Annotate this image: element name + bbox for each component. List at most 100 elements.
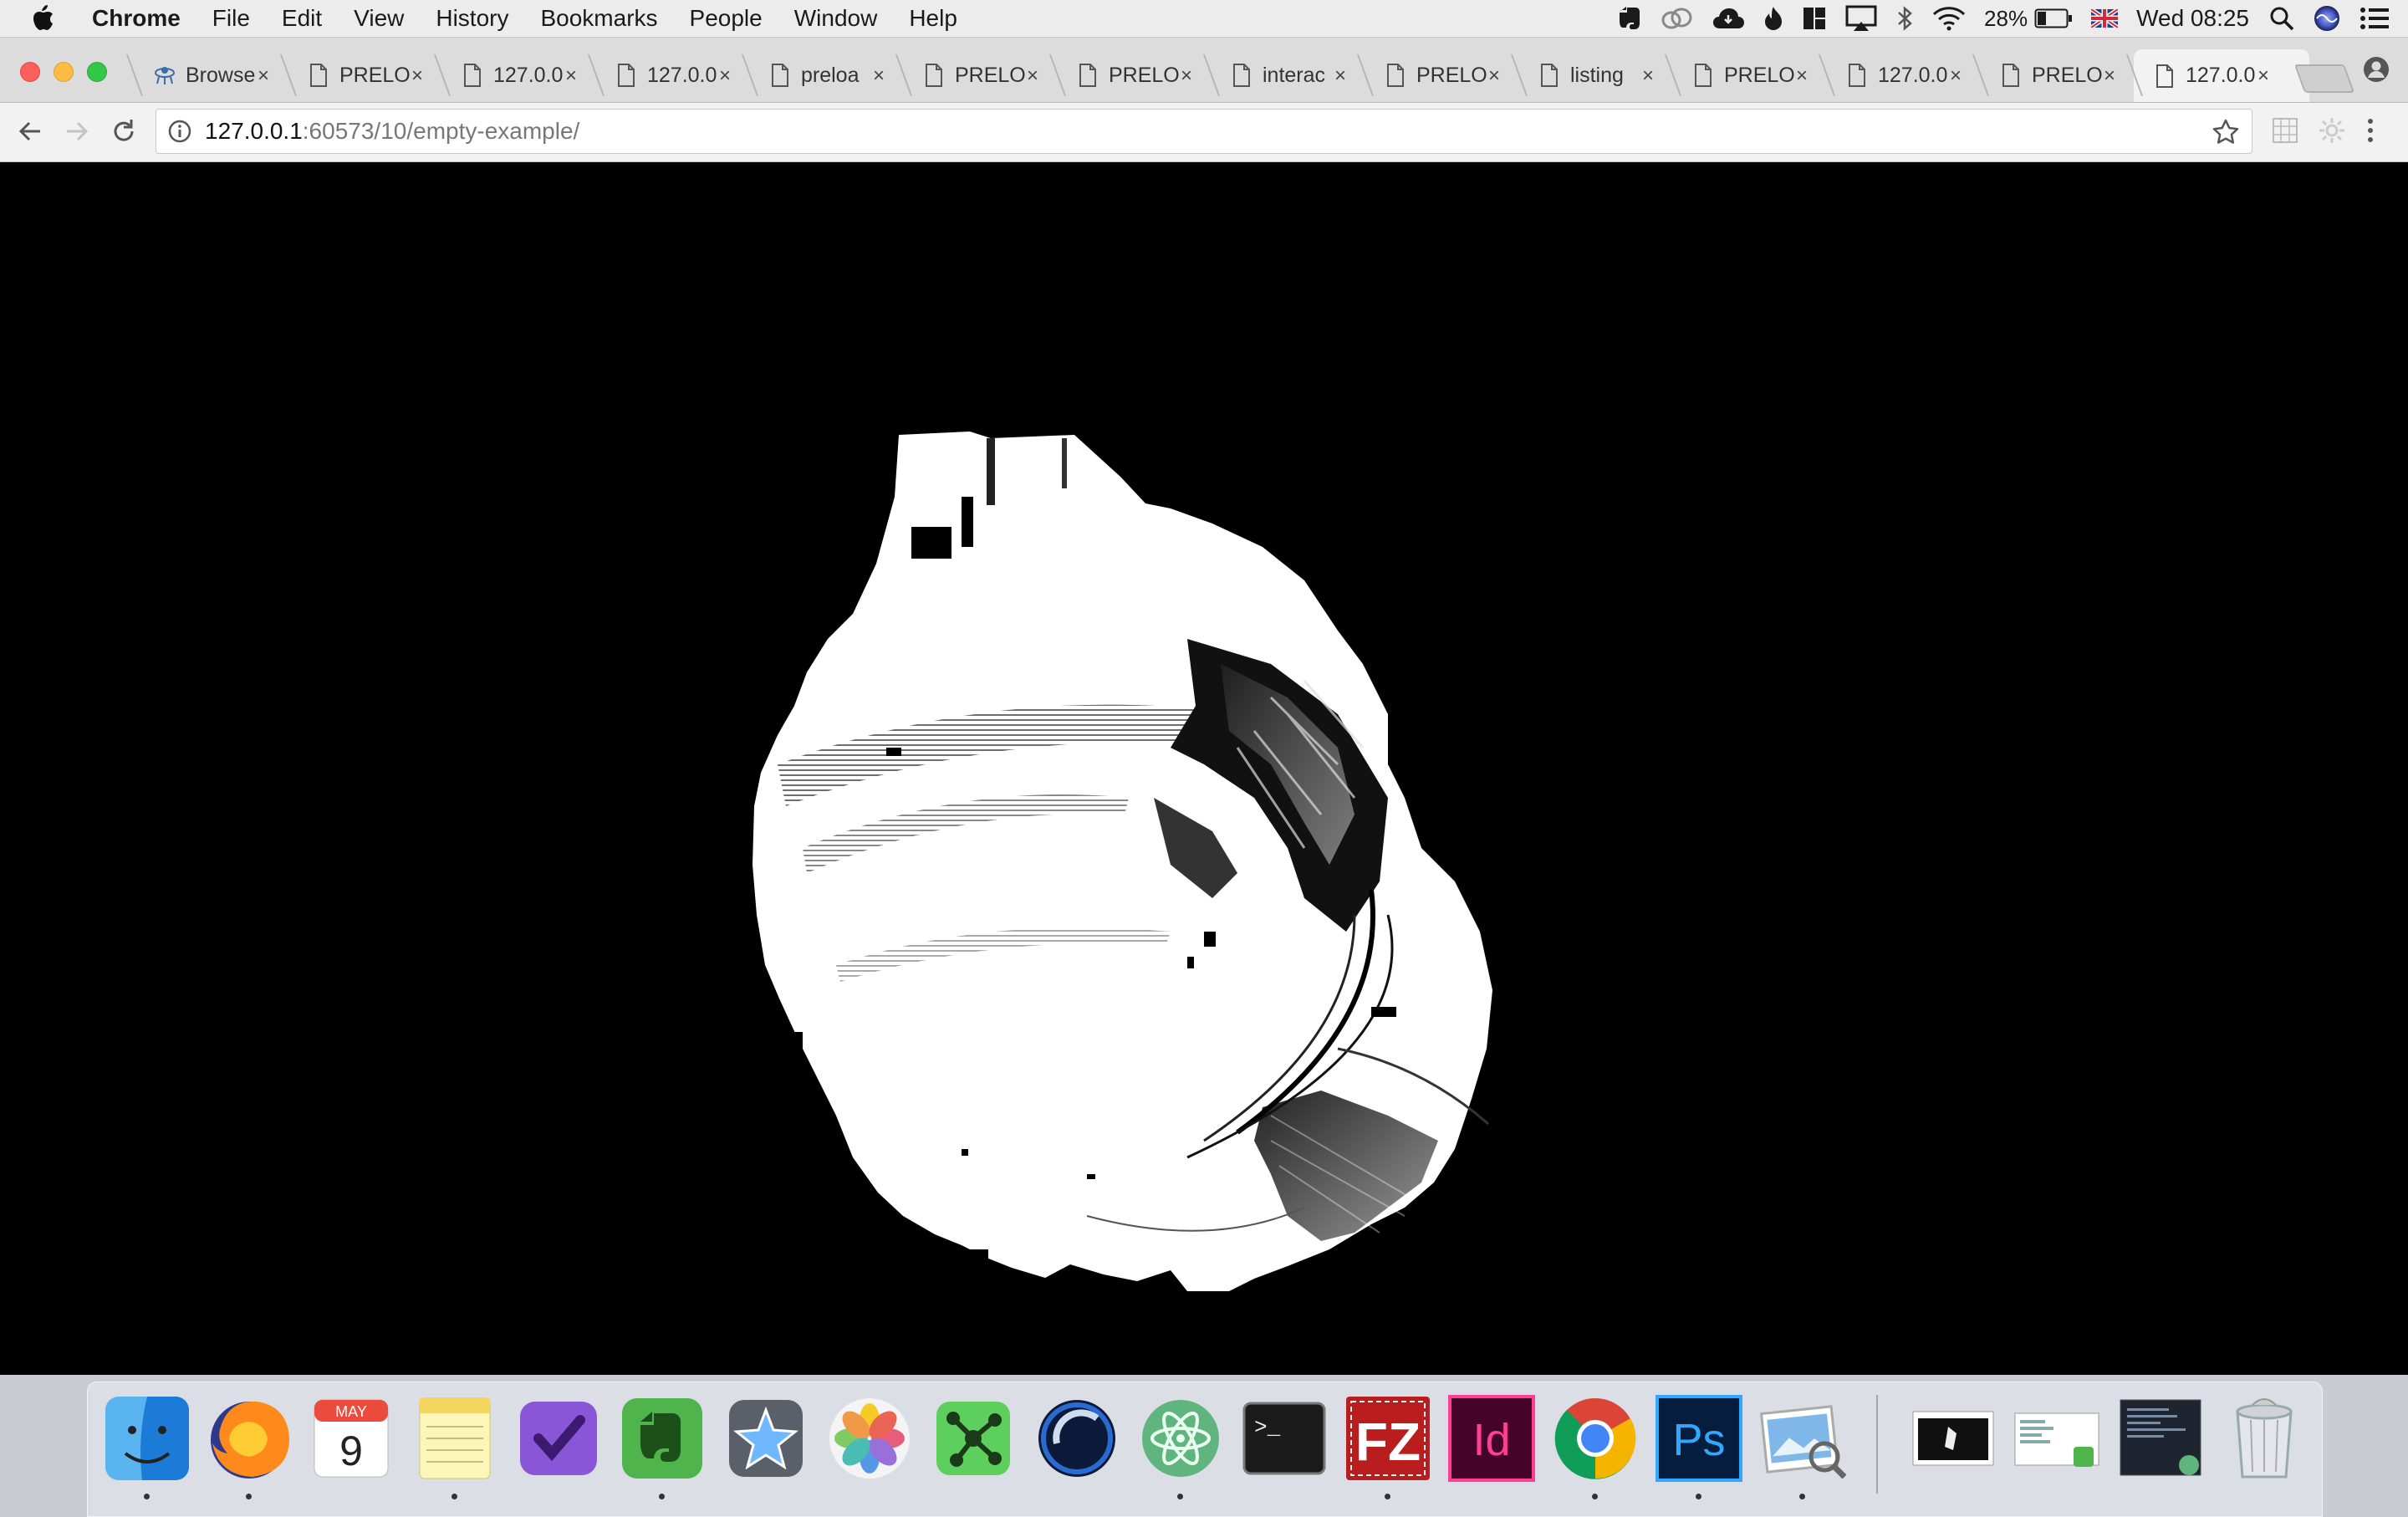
extension-gear-icon[interactable]: [2318, 116, 2346, 149]
notification-center-icon[interactable]: [2360, 7, 2390, 30]
dock-app-firefox[interactable]: [204, 1393, 294, 1499]
dock-app-calendar[interactable]: MAY 9: [306, 1393, 396, 1484]
profile-icon[interactable]: [2363, 56, 2390, 87]
cloud-icon[interactable]: [1712, 7, 1745, 30]
indesign-label: Id: [1472, 1415, 1510, 1465]
bluetooth-icon[interactable]: [1895, 5, 1914, 32]
menu-view[interactable]: View: [354, 5, 404, 32]
new-tab-button[interactable]: [2293, 64, 2355, 93]
tab-close-icon[interactable]: ×: [1181, 64, 1192, 88]
wifi-icon[interactable]: [1932, 6, 1966, 31]
bookmark-star-icon[interactable]: [2212, 118, 2240, 151]
dock-app-preview[interactable]: [1758, 1393, 1848, 1499]
menu-edit[interactable]: Edit: [282, 5, 322, 32]
menu-history[interactable]: History: [436, 5, 508, 32]
evernote-icon: [622, 1398, 702, 1479]
sketch-canvas[interactable]: [0, 162, 2408, 1375]
tab-close-icon[interactable]: ×: [2104, 64, 2115, 88]
running-indicator: [1799, 1494, 1805, 1499]
tab-close-icon[interactable]: ×: [719, 64, 731, 88]
tab-3[interactable]: 127.0.0 ×: [595, 49, 771, 101]
dock-app-sparkle[interactable]: [721, 1393, 811, 1484]
tab-4[interactable]: preloa ×: [749, 49, 925, 101]
tab-5[interactable]: PRELO ×: [903, 49, 1079, 101]
dock-app-atom[interactable]: [1135, 1393, 1226, 1499]
back-button[interactable]: [15, 116, 45, 151]
dock-app-omnifocus[interactable]: [513, 1393, 604, 1484]
evernote-icon[interactable]: [1616, 5, 1641, 32]
menu-window[interactable]: Window: [794, 5, 878, 32]
tab-title: 127.0.0: [493, 63, 564, 87]
menu-file[interactable]: File: [212, 5, 250, 32]
tab-close-icon[interactable]: ×: [1027, 64, 1038, 88]
tab-11[interactable]: 127.0.0 ×: [1826, 49, 2002, 101]
tab-6[interactable]: PRELO ×: [1057, 49, 1232, 101]
window-layout-icon[interactable]: [1802, 6, 1827, 31]
trash-icon: [2236, 1398, 2293, 1479]
running-indicator: [144, 1494, 150, 1499]
minimized-window-1-icon: [1912, 1411, 1994, 1466]
chrome-menu-icon[interactable]: [2365, 116, 2376, 149]
tab-9[interactable]: listing ×: [1518, 49, 1694, 101]
tab-title: Browse: [186, 63, 256, 87]
extension-grid-icon[interactable]: [2271, 116, 2299, 149]
tab-close-icon[interactable]: ×: [411, 64, 423, 88]
tab-close-icon[interactable]: ×: [1796, 64, 1808, 88]
menu-help[interactable]: Help: [909, 5, 957, 32]
zoom-window-button[interactable]: [87, 62, 107, 82]
dock-app-filezilla[interactable]: FZ: [1343, 1393, 1433, 1499]
tab-12[interactable]: PRELO ×: [1980, 49, 2155, 101]
tab-close-icon[interactable]: ×: [565, 64, 577, 88]
address-bar[interactable]: 127.0.0.1 :60573/10/empty-example/: [156, 109, 2252, 154]
battery-icon[interactable]: [2034, 8, 2073, 28]
tab-13-active[interactable]: 127.0.0 ×: [2134, 49, 2309, 102]
dock-app-sourcetree[interactable]: [928, 1393, 1018, 1484]
siri-icon[interactable]: [2313, 4, 2341, 33]
tab-close-icon[interactable]: ×: [258, 64, 269, 88]
dock-minimized-window-3[interactable]: [2115, 1393, 2206, 1484]
airplay-icon[interactable]: [1845, 5, 1877, 32]
tab-7[interactable]: interac ×: [1211, 49, 1386, 101]
dock-app-terminal[interactable]: >_: [1239, 1393, 1329, 1484]
dock-app-cinema4d[interactable]: [1032, 1393, 1122, 1484]
dock-app-finder[interactable]: [102, 1393, 192, 1499]
dock-minimized-window-2[interactable]: [2012, 1393, 2102, 1484]
minimize-window-button[interactable]: [54, 62, 74, 82]
clock[interactable]: Wed 08:25: [2136, 5, 2249, 32]
dock-app-photos[interactable]: [824, 1393, 915, 1484]
page-icon: [2002, 64, 2019, 87]
tab-close-icon[interactable]: ×: [1950, 64, 1962, 88]
tab-close-icon[interactable]: ×: [1334, 64, 1346, 88]
tab-close-icon[interactable]: ×: [1642, 64, 1654, 88]
tab-close-icon[interactable]: ×: [873, 64, 885, 88]
reload-button[interactable]: [109, 116, 139, 151]
cinema4d-icon: [1038, 1400, 1115, 1477]
tab-2[interactable]: 127.0.0 ×: [441, 49, 617, 101]
dock-app-photoshop[interactable]: Ps: [1654, 1393, 1744, 1499]
dock-minimized-window-1[interactable]: [1908, 1393, 1998, 1484]
spotlight-search-icon[interactable]: [2269, 6, 2294, 31]
tab-title: PRELO: [2032, 63, 2103, 87]
tab-close-icon[interactable]: ×: [2258, 64, 2269, 88]
tab-0[interactable]: Browse ×: [134, 49, 309, 101]
dock-app-notes[interactable]: [410, 1393, 500, 1499]
photoshop-icon: Ps: [1656, 1395, 1742, 1482]
dock-app-trash[interactable]: [2219, 1393, 2309, 1484]
forward-button[interactable]: [62, 116, 92, 151]
creative-cloud-icon[interactable]: [1660, 6, 1693, 31]
tab-1[interactable]: PRELO ×: [288, 49, 463, 101]
dock-app-indesign[interactable]: Id: [1446, 1393, 1537, 1484]
menu-bookmarks[interactable]: Bookmarks: [540, 5, 657, 32]
tab-10[interactable]: PRELO ×: [1672, 49, 1848, 101]
uk-flag-icon[interactable]: [2091, 9, 2119, 28]
close-window-button[interactable]: [20, 62, 40, 82]
menu-app-chrome[interactable]: Chrome: [92, 5, 181, 32]
site-info-icon[interactable]: [168, 120, 191, 143]
menu-people[interactable]: People: [690, 5, 763, 32]
flame-icon[interactable]: [1763, 5, 1783, 32]
tab-close-icon[interactable]: ×: [1488, 64, 1500, 88]
apple-icon[interactable]: [30, 4, 67, 33]
dock-app-chrome[interactable]: [1550, 1393, 1640, 1499]
dock-app-evernote[interactable]: [617, 1393, 707, 1499]
tab-8[interactable]: PRELO ×: [1365, 49, 1540, 101]
